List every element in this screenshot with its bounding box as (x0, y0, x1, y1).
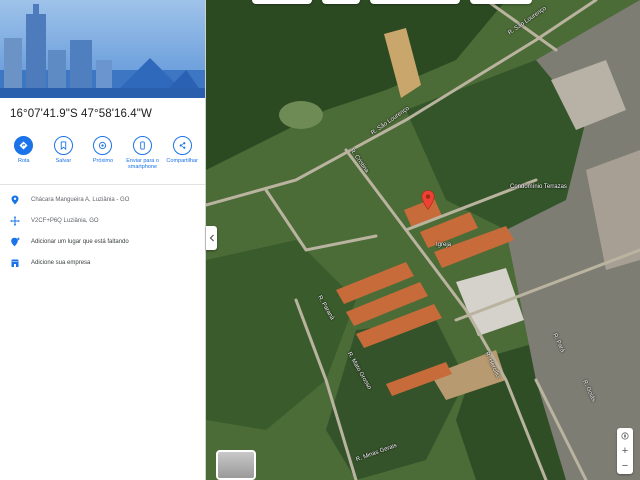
layers-toggle[interactable] (216, 450, 256, 480)
address-text: Chácara Mangueira A, Luziânia - GO (31, 197, 130, 203)
add-business-text: Adicione sua empresa (31, 260, 91, 266)
add-place-row[interactable]: Adicionar um lugar que está faltando (10, 237, 200, 247)
directions-icon (19, 141, 28, 150)
place-label-church[interactable]: Igreja (436, 242, 451, 248)
map-top-chip-2[interactable] (322, 0, 360, 4)
dropped-pin-icon[interactable] (421, 190, 435, 210)
map-top-chip-1[interactable] (252, 0, 312, 4)
add-place-icon (11, 237, 20, 247)
coordinates-text: 16°07'41.9"S 47°58'16.4"W (10, 108, 152, 120)
zoom-out-button[interactable]: − (617, 458, 633, 473)
share-label: Compartilhar (166, 158, 198, 164)
send-to-phone-label: Enviar para o smartphone (126, 158, 159, 170)
save-label: Salvar (55, 158, 72, 164)
satellite-map[interactable] (206, 0, 640, 480)
place-panel: 16°07'41.9"S 47°58'16.4"W Rota Salvar Pr… (0, 0, 206, 480)
place-label-condominio[interactable]: Condomínio Terrazas (510, 184, 567, 190)
chevron-left-icon (209, 234, 214, 242)
bookmark-icon (60, 141, 67, 150)
nearby-label: Próximo (92, 158, 114, 164)
send-to-phone-icon (140, 141, 145, 150)
send-to-phone-label-text: Enviar para o smartphone (126, 158, 159, 171)
directions-button[interactable]: Rota (6, 136, 42, 176)
directions-label: Rota (17, 158, 30, 164)
plus-code-icon (10, 216, 20, 226)
nearby-button[interactable]: Próximo (85, 136, 121, 176)
plus-code-text: V2CF+P6Q Luziânia, GO (31, 218, 99, 224)
action-buttons: Rota Salvar Próximo Enviar para o smartp… (0, 136, 205, 176)
plus-code-row[interactable]: V2CF+P6Q Luziânia, GO (10, 216, 200, 226)
business-icon (11, 259, 19, 267)
nearby-icon (99, 141, 107, 150)
panel-divider (0, 184, 205, 185)
share-button[interactable]: Compartilhar (164, 136, 200, 176)
save-button[interactable]: Salvar (45, 136, 81, 176)
map-top-chip-4[interactable] (470, 0, 532, 4)
zoom-controls: + − (617, 428, 633, 474)
share-icon (179, 142, 186, 149)
satellite-imagery (206, 0, 640, 480)
compass-icon (621, 431, 629, 440)
street-view-thumbnail[interactable] (0, 0, 205, 98)
location-pin-icon (11, 195, 19, 205)
address-row[interactable]: Chácara Mangueira A, Luziânia - GO (10, 195, 200, 205)
compass-button[interactable] (617, 428, 633, 443)
add-place-text: Adicionar um lugar que está faltando (31, 239, 129, 245)
collapse-panel-button[interactable] (206, 226, 217, 250)
map-top-chip-3[interactable] (370, 0, 460, 4)
add-business-row[interactable]: Adicione sua empresa (10, 258, 200, 268)
city-skyline-image (0, 4, 205, 98)
send-to-phone-button[interactable]: Enviar para o smartphone (125, 136, 161, 176)
zoom-in-button[interactable]: + (617, 443, 633, 458)
